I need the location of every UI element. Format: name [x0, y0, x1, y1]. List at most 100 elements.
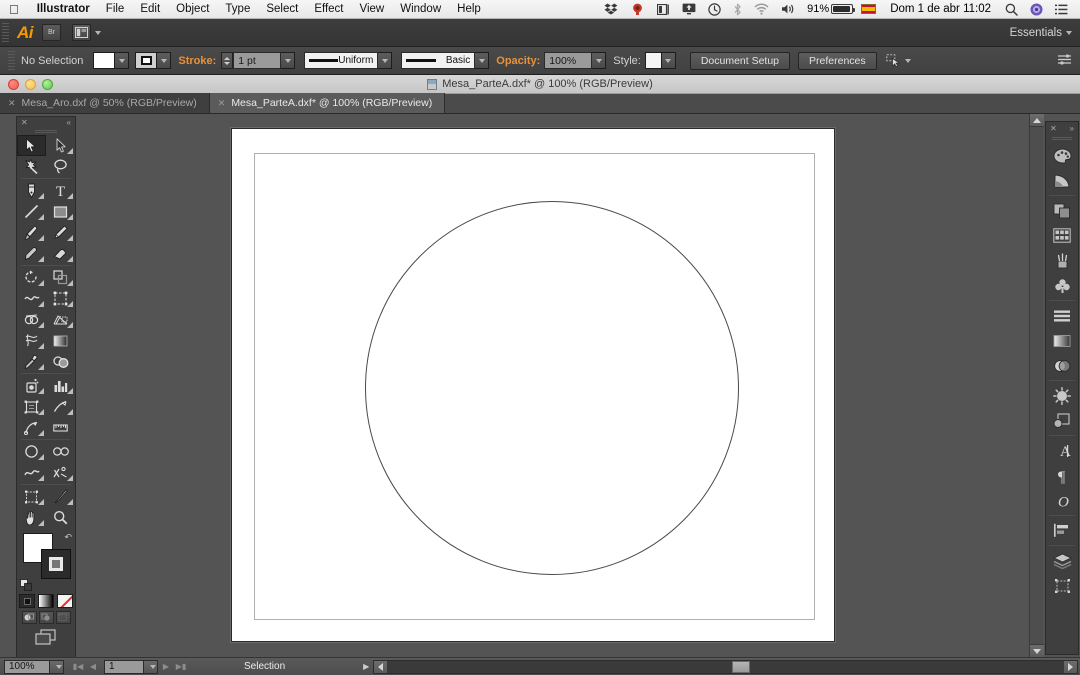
- workspace-switcher[interactable]: Essentials: [1010, 27, 1080, 39]
- zoom-level-dropdown[interactable]: [50, 659, 64, 674]
- menu-object[interactable]: Object: [168, 0, 217, 18]
- type-tool[interactable]: T: [46, 180, 75, 201]
- scale-tool[interactable]: [46, 267, 75, 288]
- last-artboard-button[interactable]: ▶▮: [174, 660, 188, 674]
- brush-definition-dropdown[interactable]: [475, 52, 490, 69]
- ellipse-tool[interactable]: [17, 441, 46, 462]
- menu-select[interactable]: Select: [258, 0, 306, 18]
- measure-tool[interactable]: [17, 417, 46, 438]
- glasses-tool[interactable]: [46, 441, 75, 462]
- symbol-sprayer-tool[interactable]: [17, 375, 46, 396]
- artboards-panel-icon[interactable]: [1047, 573, 1077, 598]
- arrange-documents-button[interactable]: [72, 24, 101, 41]
- none-mode-button[interactable]: [57, 594, 73, 608]
- first-artboard-button[interactable]: ▮◀: [71, 660, 85, 674]
- graphic-styles-panel-icon[interactable]: [1047, 408, 1077, 433]
- time-machine-icon[interactable]: [624, 0, 651, 18]
- menu-help[interactable]: Help: [449, 0, 489, 18]
- zoom-control[interactable]: 100%: [0, 659, 64, 674]
- collapse-icon[interactable]: «: [67, 118, 71, 127]
- line-segment-tool[interactable]: [17, 201, 46, 222]
- appbar-grip[interactable]: [2, 22, 9, 43]
- gradient-mode-button[interactable]: [38, 594, 54, 608]
- artboard-number-field[interactable]: 1: [104, 659, 144, 674]
- scroll-up-button[interactable]: [1030, 114, 1044, 127]
- column-graph-tool[interactable]: [46, 375, 75, 396]
- direct-selection-tool[interactable]: [46, 135, 75, 156]
- stroke-weight-field[interactable]: 1 pt: [233, 52, 282, 69]
- circle-shape[interactable]: [365, 201, 739, 575]
- menu-effect[interactable]: Effect: [306, 0, 351, 18]
- crop-tool[interactable]: [17, 486, 46, 507]
- volume-icon[interactable]: [775, 0, 801, 18]
- color-mode-button[interactable]: [19, 594, 35, 608]
- zoom-level-field[interactable]: 100%: [4, 659, 50, 674]
- menu-view[interactable]: View: [352, 0, 393, 18]
- style-dropdown[interactable]: [661, 52, 676, 69]
- apple-icon[interactable]: : [0, 3, 29, 16]
- scissors-tool[interactable]: [46, 462, 75, 483]
- panel-dock-grip[interactable]: [1052, 137, 1072, 141]
- scroll-right-button[interactable]: [1064, 660, 1077, 673]
- magic-wand-tool[interactable]: [17, 156, 46, 177]
- panel-menu-icon[interactable]: [1058, 53, 1080, 68]
- bartender-icon[interactable]: [651, 0, 676, 18]
- macos-clock[interactable]: Dom 1 de abr 11:02: [882, 3, 999, 15]
- opacity-dropdown[interactable]: [592, 52, 607, 69]
- blend-tool[interactable]: [46, 351, 75, 372]
- gradient-tool[interactable]: [46, 330, 75, 351]
- stroke-weight-control[interactable]: 1 pt: [221, 52, 296, 69]
- draw-inside-button[interactable]: [55, 611, 71, 624]
- draw-behind-button[interactable]: [38, 611, 54, 624]
- mesh-tool[interactable]: [17, 330, 46, 351]
- appearance-panel-icon[interactable]: [1047, 383, 1077, 408]
- brushes-panel-icon[interactable]: [1047, 248, 1077, 273]
- spanish-flag-icon[interactable]: [855, 0, 882, 18]
- knife-tool[interactable]: [46, 486, 75, 507]
- paintbrush-tool[interactable]: [17, 222, 46, 243]
- bluetooth-icon[interactable]: [727, 0, 748, 18]
- smooth-tool[interactable]: [17, 462, 46, 483]
- close-icon[interactable]: ✕: [8, 98, 16, 109]
- stroke-profile-preview[interactable]: Uniform: [304, 52, 379, 69]
- canvas-vertical-scrollbar[interactable]: [1029, 114, 1044, 657]
- zoom-tool[interactable]: [46, 507, 75, 528]
- stroke-profile-control[interactable]: Uniform: [304, 52, 393, 69]
- swatches-panel-icon[interactable]: [1047, 223, 1077, 248]
- stroke-swatch[interactable]: [135, 52, 158, 69]
- siri-icon[interactable]: [1024, 0, 1049, 18]
- wifi-icon[interactable]: [748, 0, 775, 18]
- tab-mesa-aro[interactable]: ✕ Mesa_Aro.dxf @ 50% (RGB/Preview): [0, 93, 210, 113]
- artboard[interactable]: [254, 153, 815, 620]
- menu-window[interactable]: Window: [392, 0, 449, 18]
- tab-mesa-partea[interactable]: ✕ Mesa_ParteA.dxf* @ 100% (RGB/Preview): [209, 93, 446, 113]
- status-menu-arrow[interactable]: ▶: [363, 662, 369, 671]
- stroke-weight-dropdown[interactable]: [281, 52, 296, 69]
- layers-panel-icon[interactable]: [1047, 198, 1077, 223]
- align-panel-icon[interactable]: [1047, 518, 1077, 543]
- menu-type[interactable]: Type: [217, 0, 258, 18]
- brush-definition-control[interactable]: Basic: [401, 52, 490, 69]
- free-transform-tool[interactable]: [46, 288, 75, 309]
- document-setup-button[interactable]: Document Setup: [689, 51, 791, 70]
- preferences-button[interactable]: Preferences: [798, 51, 877, 70]
- scroll-down-button[interactable]: [1030, 644, 1044, 657]
- symbols-panel-icon[interactable]: [1047, 273, 1077, 298]
- controlbar-grip[interactable]: [8, 50, 15, 71]
- paragraph-panel-icon[interactable]: ¶: [1047, 463, 1077, 488]
- close-icon[interactable]: ✕: [21, 118, 28, 127]
- stroke-swatch-control[interactable]: [135, 52, 172, 69]
- canvas-horizontal-scrollbar[interactable]: [373, 659, 1078, 674]
- pencil-tool[interactable]: [46, 222, 75, 243]
- shape-builder-tool[interactable]: [17, 309, 46, 330]
- color-panel-icon[interactable]: [1047, 143, 1077, 168]
- expand-icon[interactable]: »: [1070, 124, 1074, 133]
- stroke-swatch-dropdown[interactable]: [157, 52, 172, 69]
- slice-tool[interactable]: [46, 396, 75, 417]
- artboard-number-dropdown[interactable]: [144, 659, 158, 674]
- battery-status[interactable]: 91%: [801, 3, 856, 15]
- stroke-color-swatch[interactable]: [41, 549, 71, 579]
- rectangle-tool[interactable]: [46, 201, 75, 222]
- fill-swatch-control[interactable]: [93, 52, 130, 69]
- graphic-style-swatch[interactable]: [644, 52, 662, 69]
